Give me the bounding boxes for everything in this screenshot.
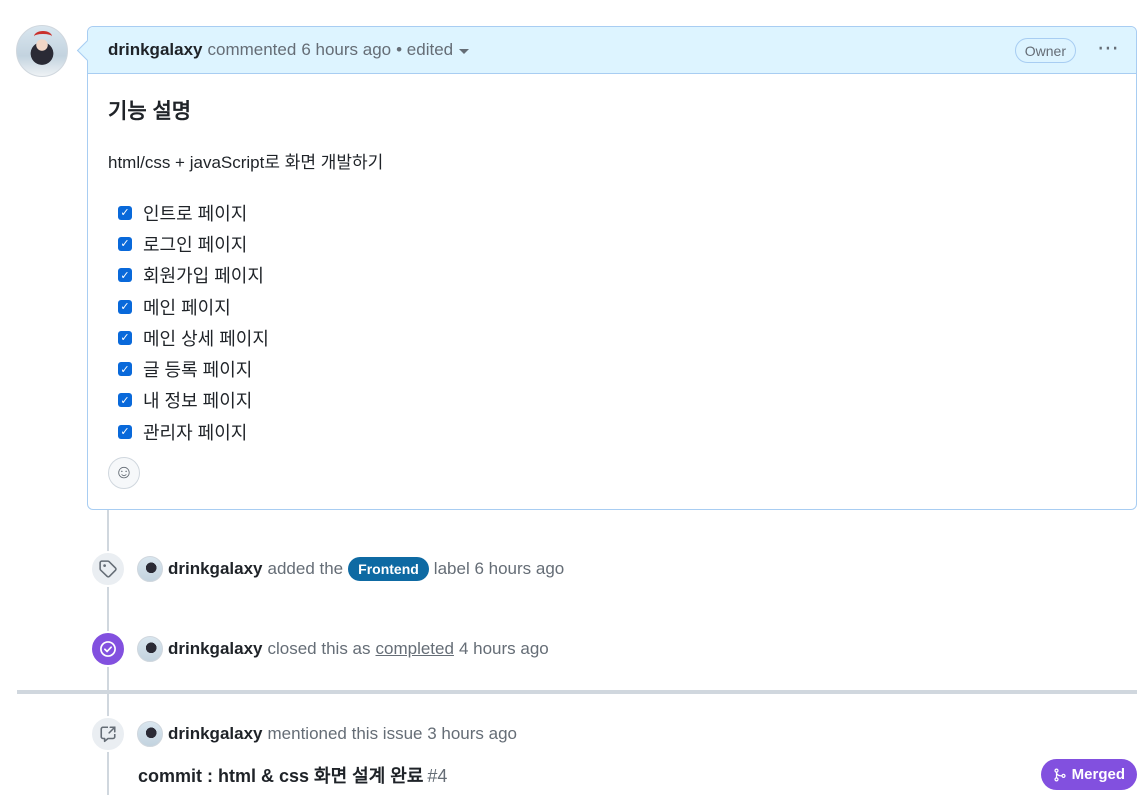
pull-request-title-link[interactable]: commit : html & css 화면 설계 완료: [138, 766, 423, 786]
frontend-label[interactable]: Frontend: [348, 557, 429, 581]
smiley-icon: ☺: [114, 462, 134, 483]
issue-comment: drinkgalaxy commented 6 hours ago • edit…: [87, 26, 1137, 510]
task-item: ✓ 글 등록 페이지: [118, 353, 1116, 384]
task-label: 회원가입 페이지: [143, 266, 264, 287]
comment-meta: commented 6 hours ago • edited: [208, 40, 470, 60]
referenced-pull-request: commit : html & css 화면 설계 완료 #4: [138, 762, 447, 788]
comment-header: drinkgalaxy commented 6 hours ago • edit…: [88, 27, 1136, 74]
task-label: 관리자 페이지: [143, 422, 248, 443]
merged-label: Merged: [1071, 766, 1125, 783]
event-author-link[interactable]: drinkgalaxy: [168, 724, 263, 744]
timeline-closed-event: drinkgalaxy closed this as completed 4 h…: [90, 631, 549, 667]
task-checkbox[interactable]: ✓: [118, 205, 132, 220]
task-label: 내 정보 페이지: [143, 391, 253, 412]
timeline-label-event: drinkgalaxy added the Frontend label 6 h…: [90, 551, 564, 587]
task-label: 글 등록 페이지: [143, 360, 253, 381]
comment-time[interactable]: 6 hours ago: [301, 40, 391, 60]
event-author-link[interactable]: drinkgalaxy: [168, 639, 263, 659]
event-text: closed this as: [267, 639, 371, 658]
task-item: ✓ 인트로 페이지: [118, 197, 1116, 228]
task-item: ✓ 메인 페이지: [118, 291, 1116, 322]
task-item: ✓ 메인 상세 페이지: [118, 322, 1116, 353]
cross-reference-icon: [90, 716, 126, 752]
chevron-down-icon: [459, 48, 470, 54]
edited-dropdown[interactable]: • edited: [396, 40, 470, 60]
event-time: label 6 hours ago: [433, 559, 565, 578]
check-circle-icon: [90, 631, 126, 667]
task-label: 메인 상세 페이지: [143, 328, 269, 349]
task-checkbox[interactable]: ✓: [118, 299, 132, 314]
comment-author-avatar[interactable]: [16, 25, 68, 77]
merged-status-badge: Merged: [1040, 759, 1137, 790]
event-author-link[interactable]: drinkgalaxy: [168, 559, 263, 579]
avatar[interactable]: [137, 636, 163, 662]
edited-label: • edited: [396, 40, 454, 59]
task-checkbox[interactable]: ✓: [118, 330, 132, 345]
task-label: 메인 페이지: [143, 297, 231, 318]
task-item: ✓ 내 정보 페이지: [118, 385, 1116, 416]
task-checkbox[interactable]: ✓: [118, 268, 132, 283]
task-checkbox[interactable]: ✓: [118, 362, 132, 377]
kebab-horizontal-icon[interactable]: ⋯: [1097, 35, 1120, 61]
task-list: ✓ 인트로 페이지 ✓ 로그인 페이지 ✓ 회원가입 페이지 ✓ 메인 페이지 ✓ 메인 …: [108, 197, 1116, 447]
add-reaction-button[interactable]: ☺: [108, 457, 140, 489]
comment-title: 기능 설명: [108, 100, 192, 123]
comment-description: html/css + javaScript로 화면 개발하기: [108, 153, 384, 172]
completed-link[interactable]: completed: [376, 639, 454, 659]
event-text: mentioned this issue 3 hours ago: [267, 724, 518, 743]
task-item: ✓ 로그인 페이지: [118, 228, 1116, 259]
task-item: ✓ 회원가입 페이지: [118, 260, 1116, 291]
task-checkbox[interactable]: ✓: [118, 424, 132, 439]
comment-author-link[interactable]: drinkgalaxy: [108, 40, 203, 60]
timeline-divider: [17, 690, 1137, 694]
comment-body: 기능 설명 html/css + javaScript로 화면 개발하기 ✓ 인트…: [88, 74, 1136, 465]
task-item: ✓ 관리자 페이지: [118, 416, 1116, 447]
comment-action: commented: [207, 40, 297, 59]
avatar[interactable]: [137, 556, 163, 582]
task-checkbox[interactable]: ✓: [118, 236, 132, 251]
timeline-mention-event: drinkgalaxy mentioned this issue 3 hours…: [90, 716, 517, 752]
event-time: 4 hours ago: [458, 639, 549, 658]
tag-icon: [90, 551, 126, 587]
git-merge-icon: [1054, 768, 1066, 781]
event-text: added the: [267, 559, 344, 578]
task-label: 인트로 페이지: [143, 203, 248, 224]
avatar[interactable]: [137, 721, 163, 747]
task-checkbox[interactable]: ✓: [118, 393, 132, 408]
pull-request-number[interactable]: #4: [427, 766, 447, 786]
owner-badge: Owner: [1014, 38, 1076, 63]
task-label: 로그인 페이지: [143, 234, 248, 255]
